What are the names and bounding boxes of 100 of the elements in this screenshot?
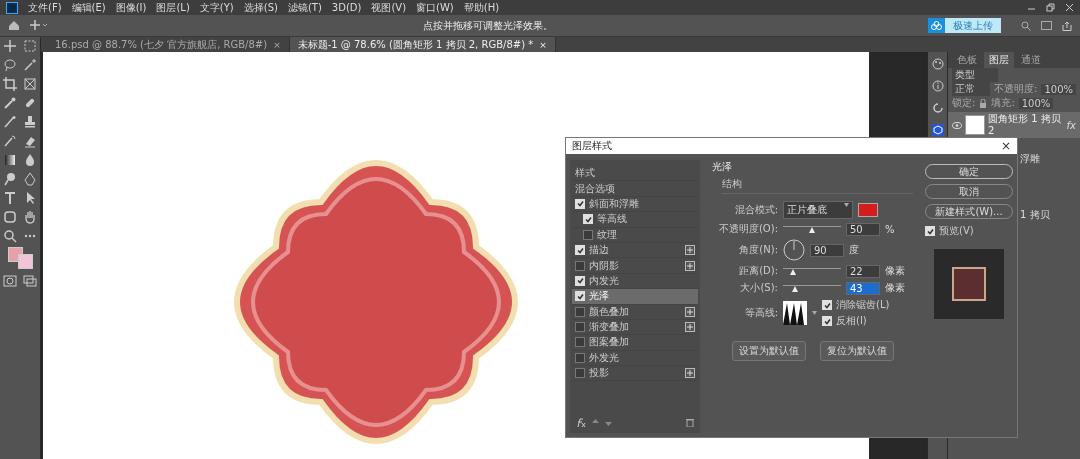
close-button[interactable]: × <box>273 39 281 50</box>
style-item[interactable]: 斜面和浮雕 <box>572 196 698 213</box>
menu-item[interactable]: 文件(F) <box>28 0 62 15</box>
style-item[interactable]: 内阴影 <box>572 258 698 274</box>
frame-icon[interactable] <box>23 77 37 91</box>
checkbox[interactable] <box>583 229 593 240</box>
checkbox[interactable] <box>575 337 585 348</box>
contour-curve-icon[interactable] <box>783 301 807 325</box>
zoom-icon[interactable] <box>3 229 17 243</box>
move-tool-icon[interactable] <box>30 20 48 31</box>
style-item[interactable]: 混合选项 <box>572 181 698 197</box>
menu-item[interactable]: 帮助(H) <box>463 0 500 15</box>
up-icon[interactable] <box>592 419 599 426</box>
menu-item[interactable]: 文字(Y) <box>199 0 234 15</box>
value-field[interactable]: 22 <box>846 264 880 278</box>
add-button[interactable] <box>685 322 695 333</box>
shape-icon[interactable] <box>3 210 17 224</box>
background-color-swatch[interactable] <box>17 254 33 269</box>
gradient-icon[interactable] <box>3 153 17 167</box>
value-field[interactable]: 90 <box>810 243 844 257</box>
share-icon[interactable] <box>1062 20 1072 31</box>
value-field[interactable]: 50 <box>846 222 880 236</box>
menu-item[interactable]: 图层(L) <box>156 0 190 15</box>
style-item[interactable]: 描边 <box>572 242 698 259</box>
style-item[interactable]: 光泽 <box>572 289 698 305</box>
dodge-icon[interactable] <box>3 172 17 186</box>
lasso-icon[interactable] <box>3 58 17 72</box>
fill-field[interactable]: 100% <box>1018 97 1054 109</box>
marquee-icon[interactable] <box>23 39 37 53</box>
stamp-icon[interactable] <box>23 115 37 129</box>
document-tab[interactable]: 未标题-1 @ 78.6% (圆角矩形 1 拷贝 2, RGB/8#) * × <box>289 37 556 52</box>
checkbox[interactable] <box>575 260 585 271</box>
wand-icon[interactable] <box>23 58 37 72</box>
slider-thumb[interactable] <box>791 286 798 292</box>
default-button[interactable]: 复位为默认值 <box>819 341 894 361</box>
layer-filter-field[interactable]: 类型 <box>952 68 998 82</box>
dialog-button[interactable]: 取消 <box>925 184 1013 199</box>
menu-item[interactable]: 滤镜(T) <box>287 0 322 15</box>
opacity-field[interactable]: 100% <box>1041 83 1076 95</box>
dialog-button[interactable]: 确定 <box>925 164 1013 179</box>
slider-thumb[interactable] <box>789 269 796 275</box>
value-field[interactable]: 43 <box>846 281 880 295</box>
style-item[interactable]: 图案叠加 <box>572 335 698 351</box>
checkbox[interactable] <box>575 368 585 379</box>
slider[interactable] <box>783 225 841 233</box>
menu-item[interactable]: 图像(I) <box>115 0 147 15</box>
color-swatch[interactable] <box>858 203 878 217</box>
menu-item[interactable]: 窗口(W) <box>416 0 454 15</box>
screen-mode-icon[interactable] <box>23 275 37 287</box>
style-item[interactable]: 等高线 <box>572 212 698 228</box>
style-item[interactable]: 纹理 <box>572 227 698 243</box>
slider[interactable] <box>783 284 841 292</box>
menu-item[interactable]: 3D(D) <box>331 2 362 13</box>
fx-icon[interactable] <box>576 418 586 427</box>
panel-tab[interactable]: 图层 <box>984 52 1014 68</box>
eye-icon[interactable] <box>952 121 962 129</box>
pen-icon[interactable] <box>23 172 37 186</box>
blend-mode-dropdown[interactable]: 正常 <box>952 82 991 96</box>
type-icon[interactable] <box>3 191 17 205</box>
dialog-button[interactable]: 新建样式(W)... <box>925 204 1013 219</box>
blur-icon[interactable] <box>23 153 37 167</box>
close-button[interactable]: × <box>539 39 547 50</box>
home-icon[interactable] <box>8 20 20 31</box>
menu-item[interactable]: 编辑(E) <box>71 0 106 15</box>
close-button[interactable]: × <box>1000 139 1011 153</box>
style-item[interactable]: 颜色叠加 <box>572 304 698 320</box>
refresh-icon[interactable] <box>931 102 944 114</box>
style-item[interactable]: 渐变叠加 <box>572 319 698 336</box>
eraser-icon[interactable] <box>23 134 37 148</box>
move-icon[interactable] <box>3 39 17 53</box>
slider[interactable] <box>783 267 841 275</box>
style-item[interactable]: 外发光 <box>572 350 698 367</box>
slider-thumb[interactable] <box>809 227 815 233</box>
angle-dial-icon[interactable] <box>783 239 805 261</box>
lock-icon[interactable] <box>979 98 988 108</box>
add-button[interactable] <box>685 368 695 379</box>
eyedropper-icon[interactable] <box>3 96 17 110</box>
menu-item[interactable]: 视图(V) <box>371 0 407 15</box>
add-button[interactable] <box>685 260 695 271</box>
info-icon[interactable] <box>931 80 944 92</box>
panel-tab[interactable]: 色板 <box>952 52 982 68</box>
add-button[interactable] <box>685 245 695 256</box>
menu-item[interactable]: 选择(S) <box>243 0 278 15</box>
close-icon[interactable] <box>1065 3 1074 12</box>
crop-icon[interactable] <box>3 77 17 91</box>
checkbox[interactable] <box>575 306 585 317</box>
style-item[interactable]: 投影 <box>572 366 698 382</box>
panel-tab[interactable]: 通道 <box>1016 52 1046 68</box>
default-button[interactable]: 设置为默认值 <box>731 341 806 361</box>
screen-icon[interactable] <box>1041 21 1052 30</box>
add-button[interactable] <box>685 306 695 317</box>
restore-icon[interactable] <box>1046 3 1055 12</box>
caret-icon[interactable] <box>812 311 817 315</box>
trash-icon[interactable] <box>686 418 694 427</box>
quick-mask-icon[interactable] <box>3 275 17 287</box>
brush-icon[interactable] <box>3 115 17 129</box>
style-item[interactable]: 样式 <box>572 166 698 182</box>
checkbox[interactable] <box>575 352 585 363</box>
down-icon[interactable] <box>605 419 612 426</box>
checkbox[interactable] <box>575 322 585 333</box>
